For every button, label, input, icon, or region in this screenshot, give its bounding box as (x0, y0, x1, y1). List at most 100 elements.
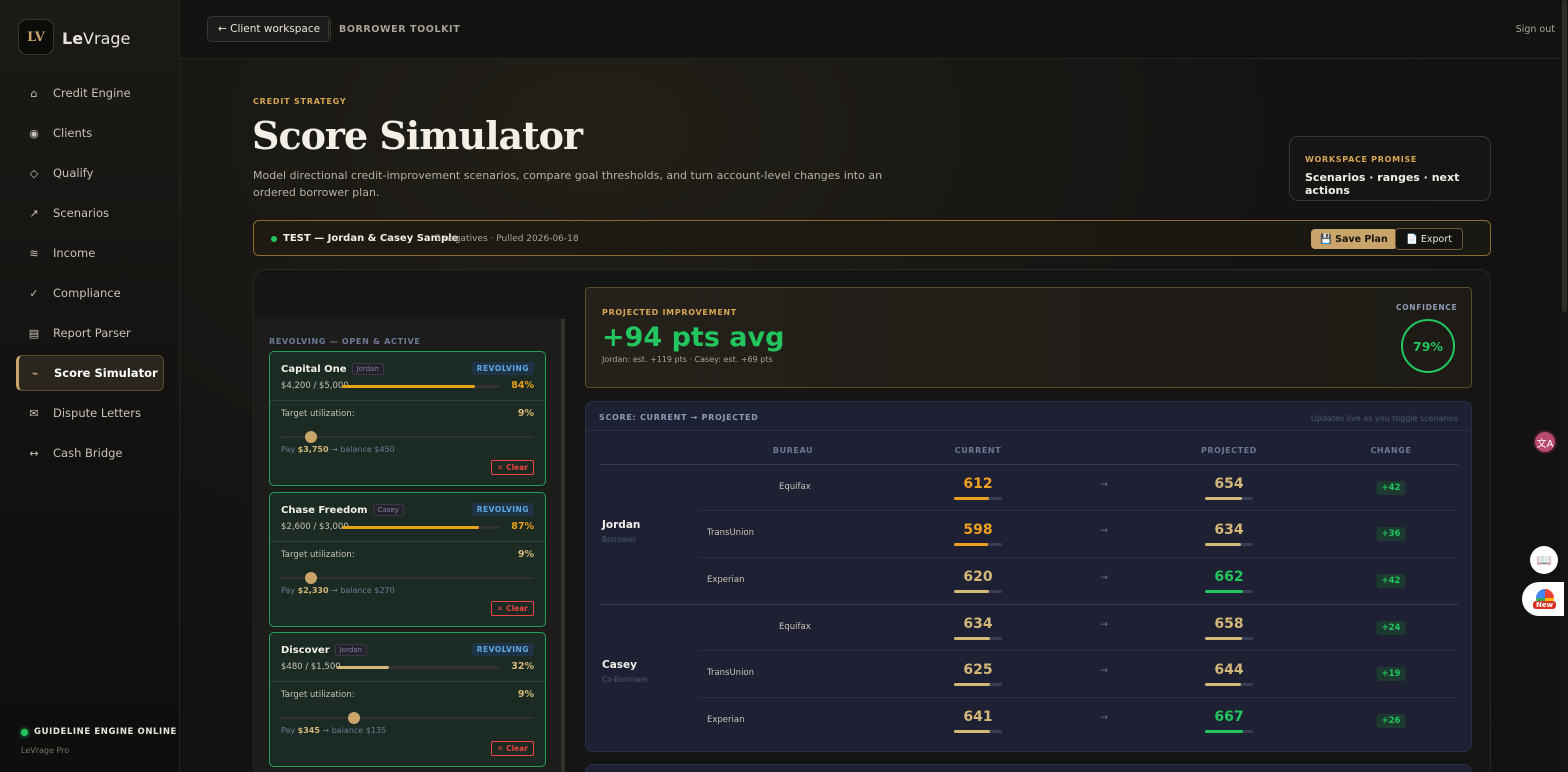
account-balance: $480 / $1,500 (281, 662, 341, 672)
score-change-badge: +19 (1376, 667, 1406, 681)
sidebar-item-clients[interactable]: ◉ Clients (16, 115, 164, 151)
utilization-bar-fill (337, 666, 390, 669)
slider-handle[interactable] (348, 712, 361, 724)
score-table-title: SCORE: CURRENT → PROJECTED (599, 413, 759, 422)
payment-suggestion: Pay $2,330 → balance $270 (281, 586, 395, 595)
score-change-badge: +42 (1376, 574, 1406, 588)
sidebar-item-label: Qualify (53, 166, 94, 180)
sidebar-item-dispute-letters[interactable]: ✉ Dispute Letters (16, 395, 164, 431)
target-utilization-slider[interactable] (281, 572, 534, 584)
bureau-name: Equifax (779, 622, 811, 632)
simulator-workspace: REVOLVING — OPEN & ACTIVE Capital One Jor… (253, 269, 1491, 772)
sidebar-item-scenarios[interactable]: ↗ Scenarios (16, 195, 164, 231)
sidebar-item-cash-bridge[interactable]: ↔ Cash Bridge (16, 435, 164, 471)
utilization-bar-fill (342, 385, 475, 388)
accounts-panel: REVOLVING — OPEN & ACTIVE Capital One Jor… (255, 319, 565, 772)
target-utilization-value: 9% (517, 408, 534, 419)
section-label: BORROWER TOOLKIT (339, 24, 461, 35)
accounts-scrollbar[interactable] (561, 319, 565, 772)
bureau-name: TransUnion (707, 528, 755, 538)
sign-out-link[interactable]: Sign out (1516, 24, 1555, 35)
account-type-badge: REVOLVING (471, 643, 534, 656)
translate-icon[interactable]: 文A (1533, 430, 1557, 454)
account-card[interactable]: Discover Jordan REVOLVING $480 / $1,500 32% T… (269, 632, 546, 767)
score-table-divider (586, 430, 1471, 431)
bridge-icon: ↔ (29, 446, 39, 460)
envelope-icon: ✉ (29, 406, 39, 420)
engine-status-label: GUIDELINE ENGINE ONLINE (34, 727, 177, 737)
diamond-icon: ◇ (29, 166, 39, 180)
sidebar-item-qualify[interactable]: ◇ Qualify (16, 155, 164, 191)
current-score: 625 (963, 662, 993, 678)
current-score-bar (954, 730, 1002, 733)
group-divider (599, 604, 1458, 605)
projected-score: 634 (1214, 522, 1244, 538)
account-card[interactable]: Chase Freedom Casey REVOLVING $2,600 / $3,0… (269, 492, 546, 627)
sidebar-item-label: Report Parser (53, 326, 131, 340)
bureau-name: Experian (707, 715, 745, 725)
current-score-bar (954, 590, 1002, 593)
book-icon[interactable]: 📖 (1530, 546, 1558, 574)
projected-value: +94 pts avg (602, 322, 785, 353)
current-score-bar-fill (954, 730, 991, 733)
client-bar: TEST — Jordan & Casey Sample 5 negatives… (253, 220, 1491, 256)
column-header-projected: PROJECTED (1200, 446, 1258, 455)
plan-label: LeVrage Pro (21, 746, 70, 755)
target-utilization-value: 9% (517, 549, 534, 560)
clear-button[interactable]: ✕ Clear (491, 601, 534, 616)
sidebar-item-compliance[interactable]: ✓ Compliance (16, 275, 164, 311)
arrow-icon: → (1100, 526, 1108, 536)
wave-icon: ≋ (29, 246, 39, 260)
current-score: 598 (963, 522, 993, 538)
owner-tag: Casey (372, 504, 404, 516)
account-balance: $4,200 / $5,000 (281, 381, 349, 391)
account-card[interactable]: Capital One Jordan REVOLVING $4,200 / $5,00… (269, 351, 546, 486)
clear-button[interactable]: ✕ Clear (491, 460, 534, 475)
current-score-bar-fill (954, 543, 988, 546)
logo-mark[interactable]: LV (18, 19, 54, 55)
export-button[interactable]: 📄 Export (1395, 228, 1463, 250)
logo-wordmark[interactable]: LeVrage (62, 29, 130, 48)
sidebar: LV LeVrage ⌂ Credit Engine ◉ Clients ◇ Qualif… (0, 0, 180, 772)
sidebar-item-credit-engine[interactable]: ⌂ Credit Engine (16, 75, 164, 111)
slider-handle[interactable] (305, 572, 318, 584)
row-divider (599, 464, 1458, 465)
sidebar-item-score-simulator[interactable]: ⌁ Score Simulator (16, 355, 164, 391)
current-score-bar (954, 543, 1002, 546)
target-utilization-slider[interactable] (281, 712, 534, 724)
save-plan-button[interactable]: 💾 Save Plan (1311, 229, 1397, 249)
utilization-bar (342, 385, 500, 388)
sidebar-item-label: Scenarios (53, 206, 109, 220)
next-card-peek (585, 764, 1472, 772)
owner-tag: Jordan (334, 644, 367, 656)
utilization-percent: 87% (511, 521, 534, 532)
new-badge: New (1533, 601, 1557, 609)
client-status-dot-icon (271, 236, 277, 242)
sidebar-item-report-parser[interactable]: ▤ Report Parser (16, 315, 164, 351)
score-change-badge: +42 (1376, 481, 1406, 495)
sidebar-item-label: Score Simulator (54, 366, 158, 380)
arrow-icon: → (1100, 620, 1108, 630)
promise-text: Scenarios · ranges · next actions (1305, 171, 1460, 197)
projected-score-bar-fill (1205, 683, 1242, 686)
status-dot-icon (21, 728, 28, 736)
utilization-bar (337, 666, 500, 669)
page-scrollbar-thumb[interactable] (1562, 0, 1567, 312)
slider-handle[interactable] (305, 431, 318, 443)
projected-improvement-card: PROJECTED IMPROVEMENT +94 pts avg Jordan… (585, 287, 1472, 388)
back-to-workspace-button[interactable]: ← Client workspace (207, 16, 332, 42)
accounts-section-label: REVOLVING — OPEN & ACTIVE (269, 337, 421, 346)
projected-score: 667 (1214, 709, 1244, 725)
sidebar-item-income[interactable]: ≋ Income (16, 235, 164, 271)
target-utilization-label: Target utilization: (281, 550, 355, 560)
top-bar: ← Client workspace BORROWER TOOLKIT Sign… (180, 0, 1568, 59)
clear-button[interactable]: ✕ Clear (491, 741, 534, 756)
sidebar-item-label: Cash Bridge (53, 446, 123, 460)
target-utilization-slider[interactable] (281, 431, 534, 443)
main-content: CREDIT STRATEGY Score Simulator Model di… (180, 59, 1568, 772)
client-meta: 5 negatives · Pulled 2026-06-18 (435, 234, 579, 244)
target-utilization-label: Target utilization: (281, 409, 355, 419)
owner-tag: Jordan (351, 363, 384, 375)
clients-icon: ◉ (29, 126, 39, 140)
borrower-role: Co-Borrower (602, 675, 649, 684)
